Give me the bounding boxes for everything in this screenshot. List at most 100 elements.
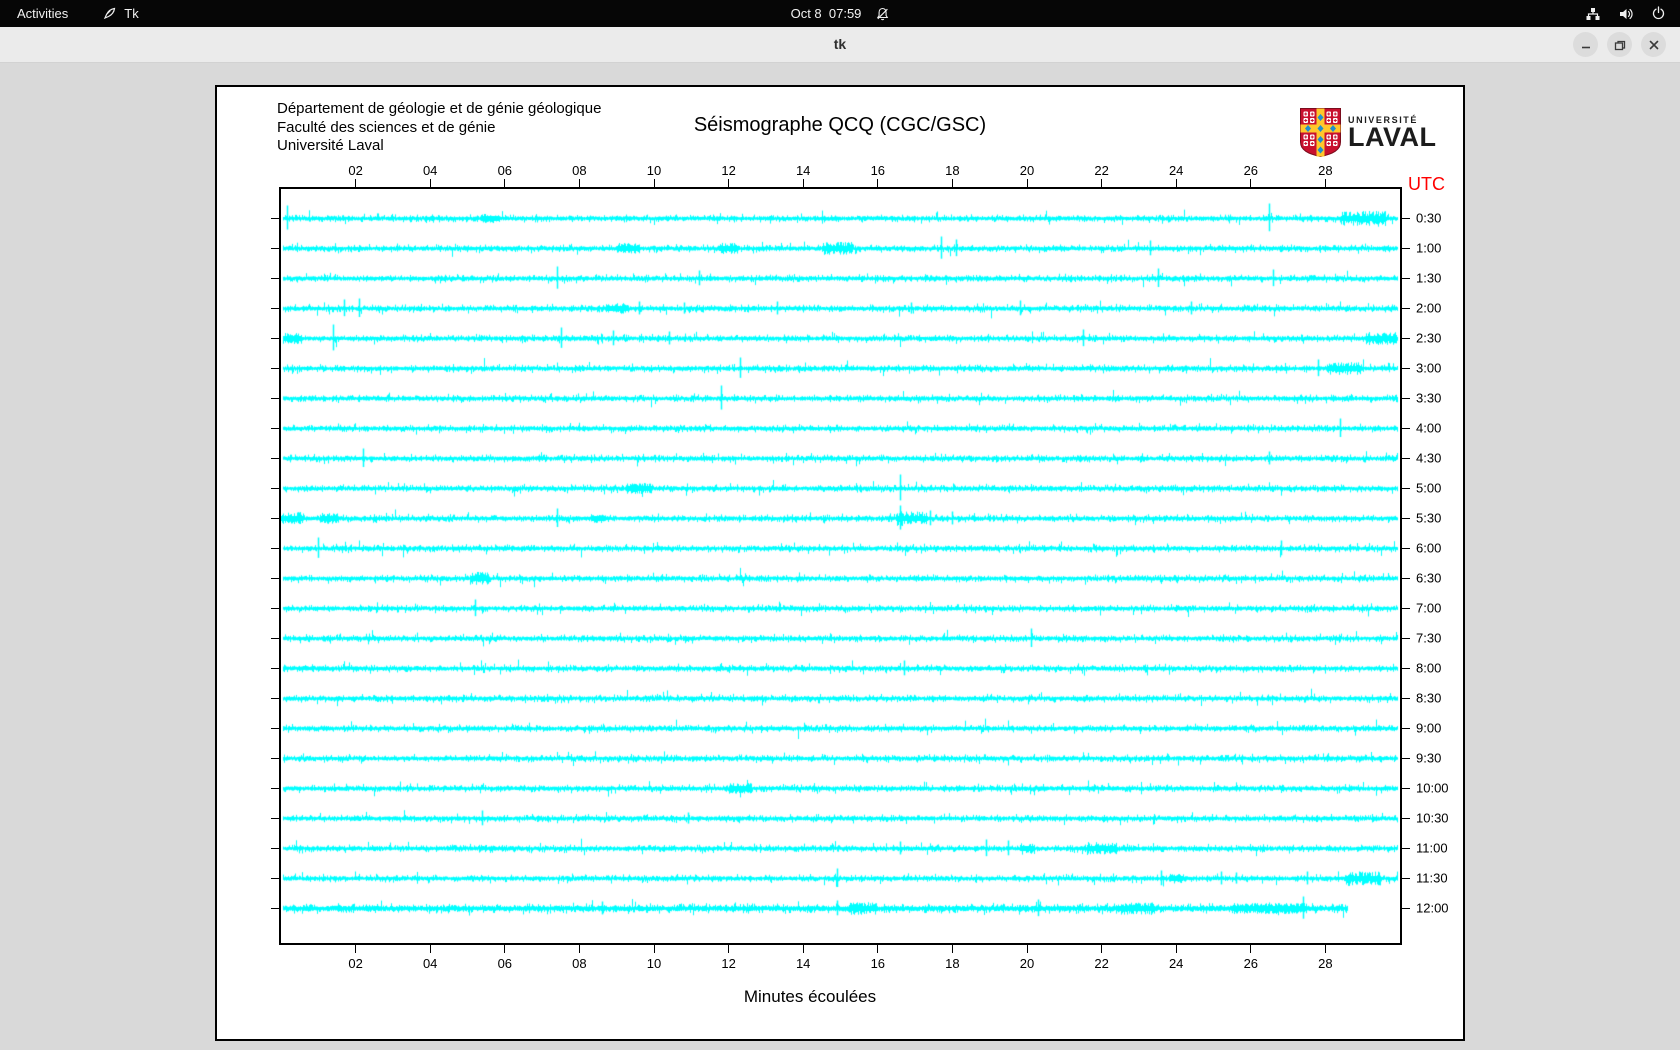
x-axis-bottom-label: 26	[1243, 956, 1259, 971]
row-left-tick	[271, 577, 279, 579]
volume-icon	[1618, 6, 1634, 22]
x-axis-bottom-label: 20	[1019, 956, 1035, 971]
power-icon	[1651, 6, 1666, 21]
x-axis-title: Minutes écoulées	[743, 987, 877, 1006]
row-left-tick	[271, 637, 279, 639]
clock-text: Oct 8 07:59	[790, 6, 862, 21]
close-button[interactable]	[1641, 32, 1666, 57]
x-axis-bottom-label: 28	[1318, 956, 1333, 971]
x-axis-bottom-tick	[1250, 945, 1252, 953]
row-time-label: 6:00	[1416, 540, 1442, 556]
x-axis-bottom-tick	[504, 945, 506, 953]
x-axis-bottom-tick	[802, 945, 804, 953]
row-right-tick	[1402, 367, 1410, 369]
row-time-label: 7:00	[1416, 600, 1442, 616]
row-left-tick	[271, 877, 279, 879]
row-time-label: 8:00	[1416, 660, 1442, 676]
address-line-3: Université Laval	[277, 137, 384, 154]
row-right-tick	[1402, 277, 1410, 279]
row-right-tick	[1402, 727, 1410, 729]
x-axis-bottom-tick	[877, 945, 879, 953]
clock-menu[interactable]: Oct 8 07:59	[791, 6, 890, 21]
row-time-label: 11:30	[1416, 870, 1448, 886]
maximize-button[interactable]	[1607, 32, 1632, 57]
seismograph-page: Département de géologie et de génie géol…	[215, 85, 1465, 1041]
x-axis-bottom-label: 02	[348, 956, 363, 971]
window-titlebar[interactable]: tk	[0, 27, 1680, 63]
tk-app-indicator[interactable]: Tk	[102, 0, 139, 27]
x-axis-bottom-label: 14	[795, 956, 811, 971]
row-right-tick	[1402, 787, 1410, 789]
row-right-tick	[1402, 427, 1410, 429]
x-axis-top-label: 28	[1318, 163, 1333, 178]
row-time-label: 3:30	[1416, 390, 1442, 406]
x-axis-bottom-tick	[1324, 945, 1326, 953]
x-axis-top-label: 20	[1019, 163, 1035, 178]
row-right-tick	[1402, 607, 1410, 609]
x-axis-top-tick	[802, 179, 804, 187]
activities-button[interactable]: Activities	[17, 0, 68, 27]
row-left-tick	[271, 277, 279, 279]
x-axis-bottom-tick	[728, 945, 730, 953]
notifications-muted-icon	[875, 7, 889, 21]
system-status-area[interactable]	[1585, 6, 1666, 22]
laval-logo-laval: LAVAL	[1348, 122, 1437, 152]
x-axis-top-tick	[355, 179, 357, 187]
x-axis-top-label: 12	[721, 163, 736, 178]
row-time-label: 4:30	[1416, 450, 1442, 466]
row-right-tick	[1402, 667, 1410, 669]
row-left-tick	[271, 787, 279, 789]
row-time-label: 2:30	[1416, 330, 1442, 346]
row-right-tick	[1402, 817, 1410, 819]
row-left-tick	[271, 607, 279, 609]
x-axis-bottom-tick	[1101, 945, 1103, 953]
row-left-tick	[271, 397, 279, 399]
minimize-button[interactable]	[1573, 32, 1598, 57]
x-axis-top-tick	[429, 179, 431, 187]
x-axis-top-label: 02	[348, 163, 363, 178]
tk-app-label: Tk	[124, 6, 139, 21]
x-axis-top-label: 04	[422, 163, 438, 178]
row-left-tick	[271, 907, 279, 909]
x-axis-bottom-tick	[1026, 945, 1028, 953]
x-axis-bottom-label: 24	[1168, 956, 1184, 971]
laval-shield-icon	[1300, 108, 1341, 162]
row-time-label: 12:00	[1416, 900, 1449, 916]
row-left-tick	[271, 757, 279, 759]
x-axis-bottom-label: 08	[572, 956, 587, 971]
row-time-label: 11:00	[1416, 840, 1448, 856]
universite-laval-logo: UNIVERSITÉ LAVAL	[1300, 108, 1436, 162]
row-left-tick	[271, 337, 279, 339]
x-axis-top-tick	[504, 179, 506, 187]
x-axis-top-tick	[653, 179, 655, 187]
window-title: tk	[833, 36, 847, 52]
x-axis-top-tick	[1324, 179, 1326, 187]
row-time-label: 3:00	[1416, 360, 1442, 376]
row-left-tick	[271, 727, 279, 729]
row-time-label: 9:00	[1416, 720, 1442, 736]
x-axis-top-label: 24	[1168, 163, 1184, 178]
row-time-label: 10:30	[1416, 810, 1449, 826]
row-left-tick	[271, 217, 279, 219]
seismogram-traces-canvas	[281, 189, 1400, 943]
x-axis-top-label: 06	[497, 163, 513, 178]
row-left-tick	[271, 697, 279, 699]
row-time-label: 10:00	[1416, 780, 1449, 796]
row-time-label: 2:00	[1416, 300, 1442, 316]
row-right-tick	[1402, 847, 1410, 849]
row-right-tick	[1402, 337, 1410, 339]
x-axis-top-tick	[1026, 179, 1028, 187]
row-right-tick	[1402, 577, 1410, 579]
x-axis-top-tick	[1250, 179, 1252, 187]
row-time-label: 4:00	[1416, 420, 1442, 436]
row-time-label: 0:30	[1416, 210, 1442, 226]
row-right-tick	[1402, 217, 1410, 219]
x-axis-top-label: 08	[572, 163, 587, 178]
x-axis-top-label: 22	[1094, 163, 1109, 178]
x-axis-bottom-label: 22	[1094, 956, 1109, 971]
row-right-tick	[1402, 757, 1410, 759]
row-right-tick	[1402, 457, 1410, 459]
x-axis-bottom-label: 16	[870, 956, 886, 971]
x-axis-bottom-label: 04	[422, 956, 438, 971]
row-time-label: 5:30	[1416, 510, 1442, 526]
